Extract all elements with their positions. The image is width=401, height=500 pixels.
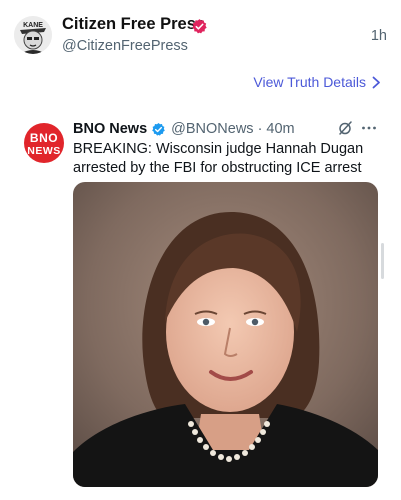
chevron-right-icon <box>372 76 380 88</box>
tweet-header: BNO News @BNONews · 40m <box>73 119 295 139</box>
kane-avatar-icon: KANE <box>14 16 52 54</box>
portrait-photo <box>73 182 378 487</box>
tweet-author-name[interactable]: BNO News <box>73 121 147 137</box>
quoted-tweet[interactable]: BNO NEWS BNO News @BNONews · 40m BREAKIN… <box>0 112 401 500</box>
bno-news-logo[interactable]: BNO NEWS <box>24 123 64 163</box>
logo-text-bottom: NEWS <box>27 145 61 157</box>
blue-verified-check-icon <box>152 122 165 136</box>
more-icon[interactable] <box>361 120 377 136</box>
view-truth-details-link[interactable]: View Truth Details <box>253 74 381 90</box>
handle[interactable]: @CitizenFreePress <box>62 38 188 54</box>
red-verified-badge-icon <box>192 19 207 34</box>
tweet-photo[interactable] <box>73 182 378 487</box>
timestamp: 1h <box>370 28 387 44</box>
truth-header: KANE Citizen Free Press @CitizenFreePres… <box>0 0 401 70</box>
avatar-text: KANE <box>23 22 43 29</box>
view-truth-details-label: View Truth Details <box>253 74 366 90</box>
logo-text-top: BNO <box>29 131 59 145</box>
tweet-text: BREAKING: Wisconsin judge Hannah Dugan a… <box>73 141 364 176</box>
scrollbar-thumb[interactable] <box>381 243 384 279</box>
avatar[interactable]: KANE <box>14 16 52 54</box>
tweet-handle-time[interactable]: @BNONews · 40m <box>171 121 295 137</box>
grok-icon[interactable] <box>337 120 353 136</box>
display-name[interactable]: Citizen Free Press <box>62 15 205 34</box>
